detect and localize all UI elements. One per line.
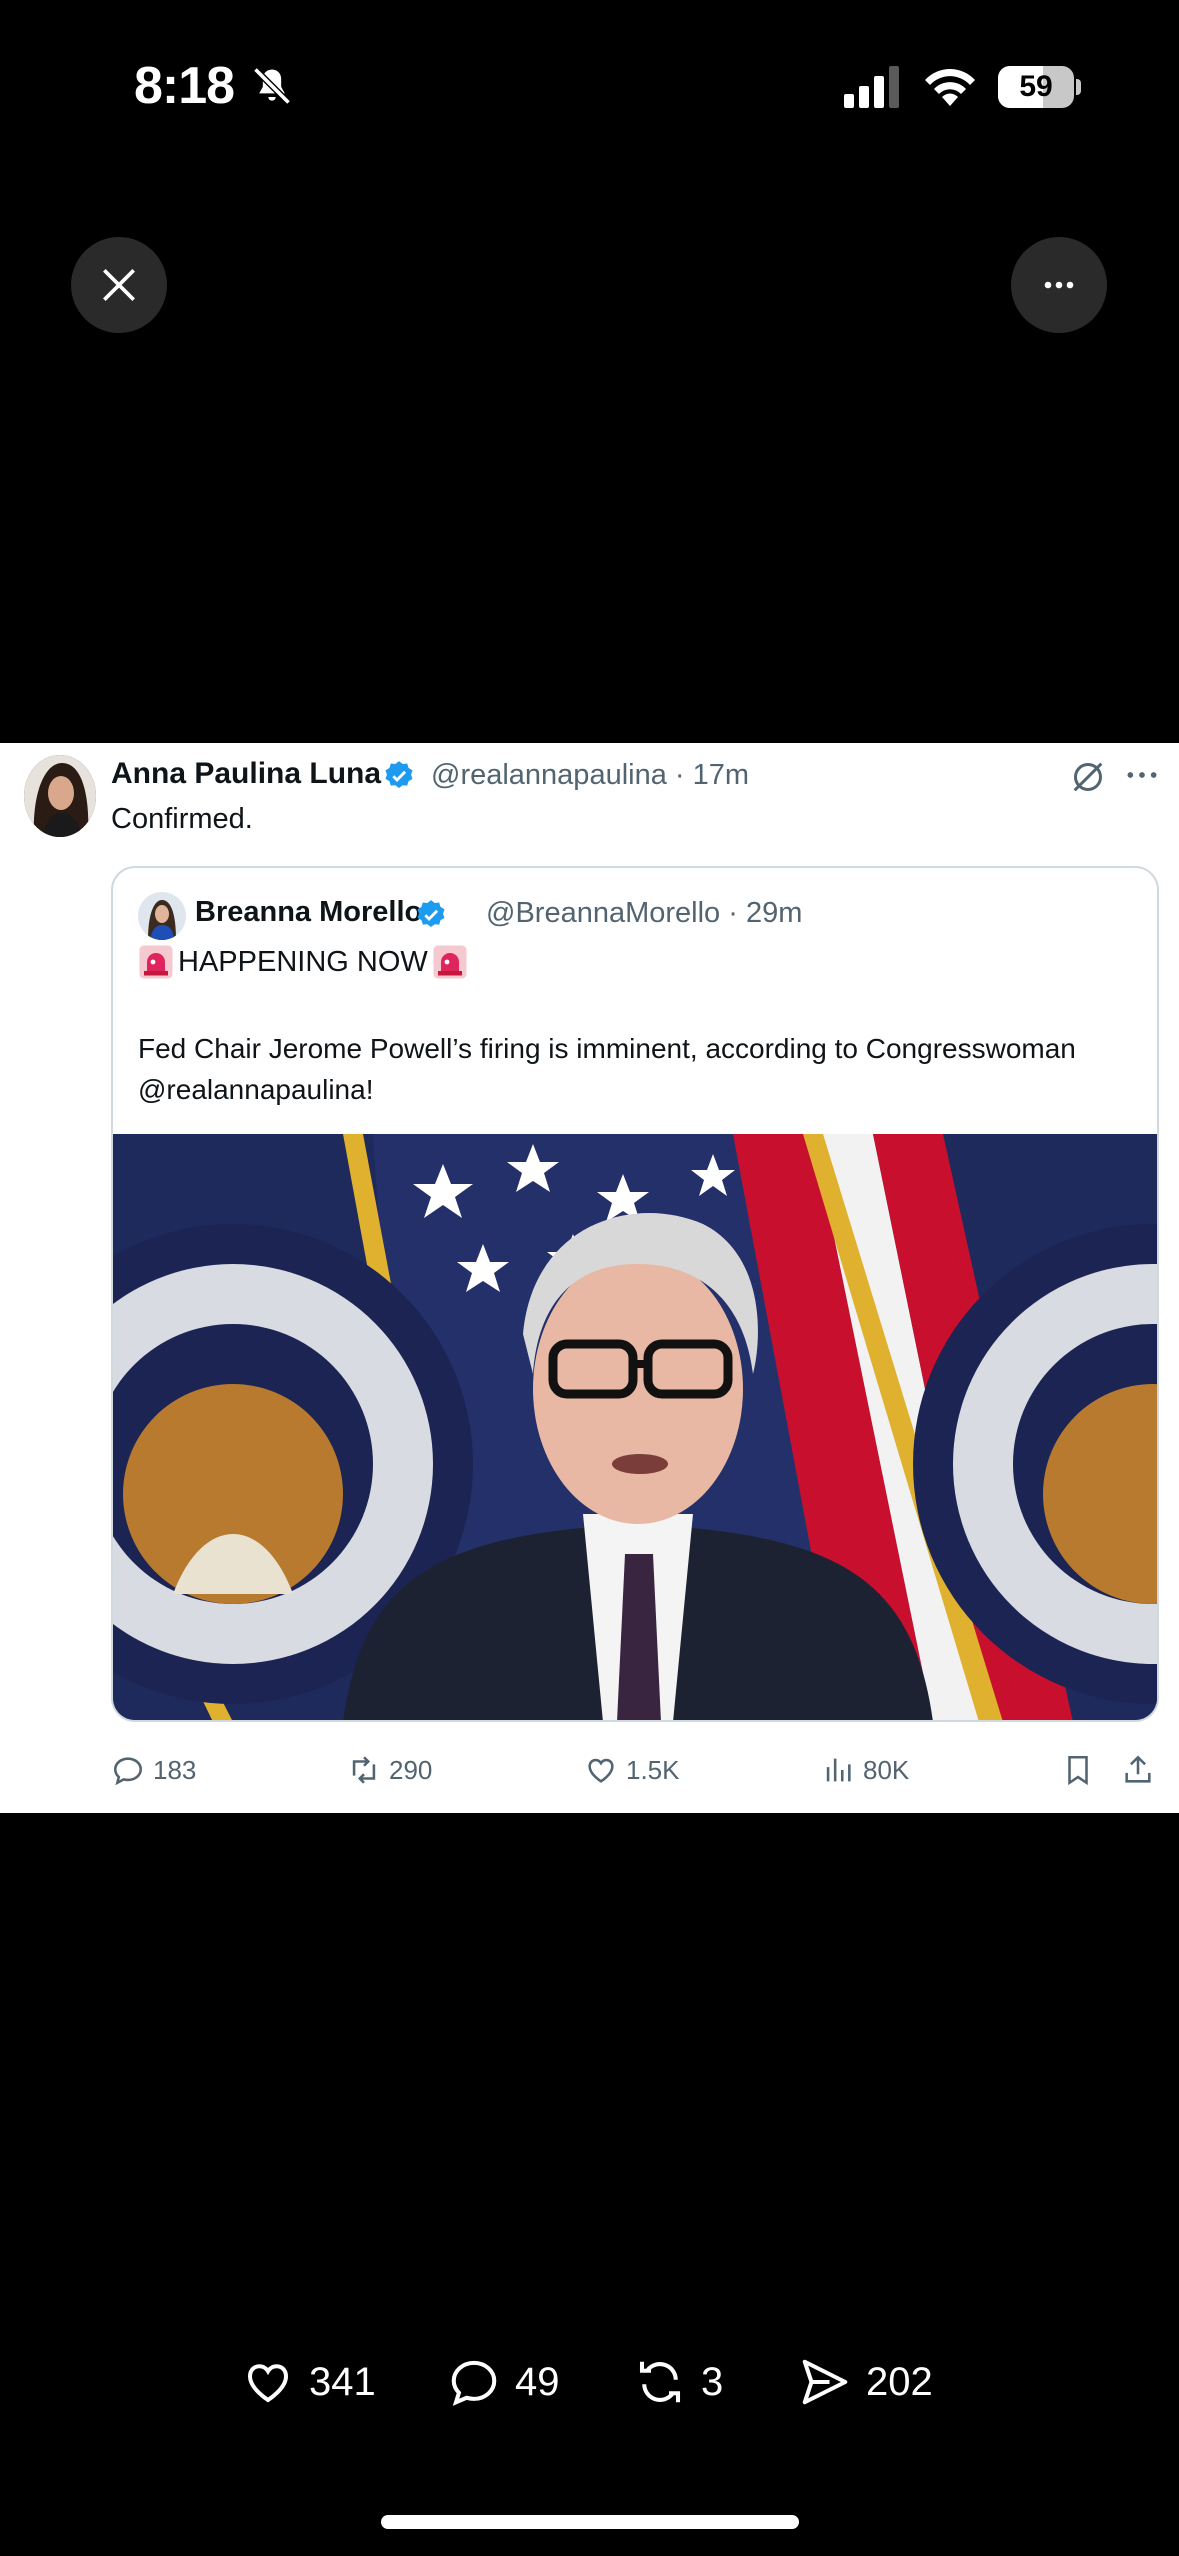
repost-count: 3	[701, 2359, 724, 2404]
engagement-bar: 341 49 3 202	[0, 2355, 1179, 2415]
tweet-text: Confirmed.	[111, 803, 253, 835]
quote-body-text: Fed Chair Jerome Powell’s firing is immi…	[138, 1033, 1076, 1105]
reply-icon	[113, 1757, 143, 1786]
like-button[interactable]: 1.5K	[584, 1753, 680, 1787]
views-count: 80K	[863, 1754, 910, 1785]
heart-icon	[588, 1758, 614, 1783]
bookmark-button[interactable]	[1061, 1753, 1095, 1787]
repost-button[interactable]: 3	[633, 2355, 723, 2409]
share-icon	[1125, 1755, 1151, 1783]
grok-icon[interactable]	[1068, 757, 1108, 797]
more-options-button[interactable]	[1011, 237, 1107, 333]
quoted-tweet[interactable]: Breanna Morello @BreannaMorello · 29m HA…	[111, 866, 1159, 1722]
views-icon	[826, 1758, 851, 1782]
views-button[interactable]: 80K	[821, 1753, 909, 1787]
tweet-action-bar: 183 290 1.5K 80K	[111, 1753, 1171, 1803]
send-button[interactable]: 202	[798, 2355, 933, 2409]
quote-headline: HAPPENING NOW	[138, 944, 468, 980]
author-handle[interactable]: @realannapaulina · 17m	[431, 759, 749, 792]
repost-button[interactable]: 290	[347, 1753, 432, 1787]
quote-author-handle: @BreannaMorello · 29m	[486, 897, 803, 929]
share-count: 202	[866, 2359, 933, 2404]
close-icon	[103, 269, 135, 301]
comment-count: 49	[515, 2359, 560, 2404]
send-icon	[802, 2359, 848, 2405]
author-name[interactable]: Anna Paulina Luna	[111, 757, 381, 791]
tweet-more-icon[interactable]	[1122, 755, 1162, 795]
more-icon	[1044, 281, 1074, 289]
status-time: 8:18	[134, 57, 235, 115]
reply-count: 183	[153, 1754, 197, 1785]
like-count: 341	[309, 2359, 376, 2404]
verified-badge-icon	[417, 900, 445, 928]
bookmark-icon	[1068, 1755, 1088, 1786]
repost-icon	[352, 1756, 376, 1784]
like-count: 1.5K	[626, 1754, 680, 1785]
bell-slash-icon	[253, 67, 291, 105]
quote-author-name: Breanna Morello	[195, 896, 423, 928]
siren-icon	[139, 945, 173, 979]
home-indicator[interactable]	[381, 2515, 799, 2529]
battery-indicator: 59	[998, 66, 1081, 108]
reply-button[interactable]: 183	[111, 1753, 196, 1787]
wifi-icon	[925, 69, 975, 106]
siren-icon	[433, 945, 467, 979]
heart-icon	[247, 2364, 289, 2403]
share-button[interactable]	[1121, 1753, 1155, 1787]
like-button[interactable]: 341	[241, 2355, 376, 2409]
close-button[interactable]	[71, 237, 167, 333]
tweet-screenshot[interactable]: Anna Paulina Luna @realannapaulina · 17m…	[0, 743, 1179, 1813]
quote-photo[interactable]	[113, 1134, 1157, 1720]
quote-author-avatar	[138, 892, 186, 940]
verified-badge-icon	[385, 761, 413, 789]
comment-button[interactable]: 49	[447, 2355, 560, 2409]
repost-count: 290	[389, 1754, 433, 1785]
quote-headline-text: HAPPENING NOW	[178, 945, 428, 978]
comment-icon	[451, 2360, 497, 2406]
author-avatar	[24, 755, 96, 837]
battery-level: 59	[1019, 70, 1053, 103]
repost-icon	[639, 2361, 681, 2403]
signal-icon	[844, 66, 899, 108]
